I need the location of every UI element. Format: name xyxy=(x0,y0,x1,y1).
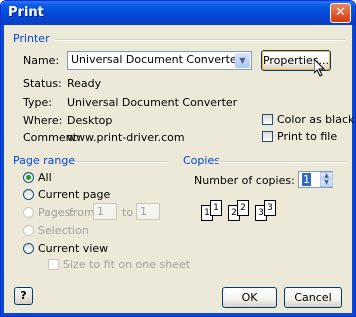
window-border-left xyxy=(1,25,4,316)
all-radio[interactable] xyxy=(23,172,34,183)
collate-page: 2 xyxy=(237,200,249,216)
help-button[interactable]: ? xyxy=(14,287,33,305)
printer-name-value: Universal Document Converter xyxy=(71,53,242,66)
selection-radio[interactable] xyxy=(23,225,34,236)
close-button[interactable]: ✕ xyxy=(330,3,351,23)
close-icon: ✕ xyxy=(335,5,346,20)
collate-page: 3 xyxy=(264,200,276,216)
print-to-file-label[interactable]: Print to file xyxy=(277,130,337,143)
copies-value: 1 xyxy=(302,173,311,186)
print-to-file-checkbox[interactable] xyxy=(262,131,273,142)
window-border-bottom xyxy=(1,313,355,316)
from-page-input[interactable]: 1 xyxy=(93,203,117,220)
title-bar[interactable]: Print ✕ xyxy=(1,1,355,25)
copies-section-label: Copies xyxy=(183,154,220,167)
comment-value: www.print-driver.com xyxy=(67,131,185,144)
type-label: Type: xyxy=(23,96,52,109)
dropdown-arrow-icon[interactable]: ▼ xyxy=(235,53,250,68)
printer-name-select[interactable]: Universal Document Converter ▼ xyxy=(67,51,252,70)
current-page-label[interactable]: Current page xyxy=(38,188,110,201)
window-border-right xyxy=(352,25,355,316)
current-page-radio[interactable] xyxy=(23,189,34,200)
size-to-fit-checkbox[interactable] xyxy=(48,259,59,270)
to-label: to xyxy=(122,206,134,219)
where-value: Desktop xyxy=(67,114,113,127)
help-icon: ? xyxy=(20,289,27,302)
printer-divider xyxy=(55,39,345,41)
mouse-pointer-icon xyxy=(314,59,326,77)
cancel-button-label: Cancel xyxy=(294,291,332,304)
copies-divider xyxy=(216,161,345,163)
from-label: from xyxy=(69,206,95,219)
number-of-copies-label: Number of copies: xyxy=(194,174,295,187)
where-label: Where: xyxy=(23,114,63,127)
all-label[interactable]: All xyxy=(38,171,52,184)
status-value: Ready xyxy=(67,77,102,90)
color-as-black-checkbox[interactable] xyxy=(262,114,273,125)
page-range-divider xyxy=(73,161,168,163)
print-dialog: Print ✕ Printer Name: Universal Document… xyxy=(0,0,356,317)
pages-radio[interactable] xyxy=(23,207,34,218)
to-page-value: 1 xyxy=(140,205,147,218)
status-label: Status: xyxy=(23,77,62,90)
page-range-section-label: Page range xyxy=(13,154,76,167)
ok-button[interactable]: OK xyxy=(222,287,277,308)
current-view-radio[interactable] xyxy=(23,243,34,254)
current-view-label[interactable]: Current view xyxy=(38,242,108,255)
to-page-input[interactable]: 1 xyxy=(136,203,160,220)
selection-label: Selection xyxy=(38,224,89,237)
window-title: Print xyxy=(8,5,44,20)
size-to-fit-label: Size to fit on one sheet xyxy=(63,258,191,271)
ok-button-label: OK xyxy=(241,291,258,304)
name-label: Name: xyxy=(23,54,60,67)
spin-down-icon[interactable]: ▼ xyxy=(320,179,333,187)
cancel-button[interactable]: Cancel xyxy=(284,287,342,308)
type-value: Universal Document Converter xyxy=(67,96,238,109)
collate-page: 1 xyxy=(210,200,222,216)
printer-section-label: Printer xyxy=(13,32,50,45)
color-as-black-label[interactable]: Color as black xyxy=(277,113,354,126)
from-page-value: 1 xyxy=(97,205,104,218)
